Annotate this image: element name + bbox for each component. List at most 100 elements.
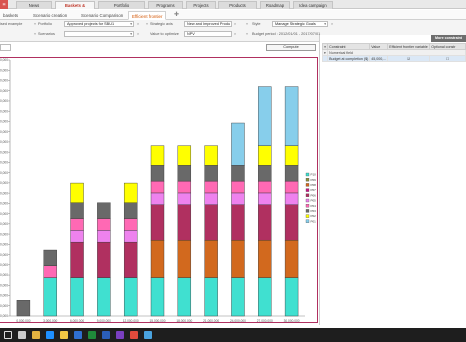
bar-segment	[150, 192, 165, 205]
chrome-icon[interactable]	[130, 331, 138, 339]
clear-portfolio-icon[interactable]: ×	[137, 22, 139, 26]
subtab-scenario-creation[interactable]: Scenario creation	[30, 11, 70, 20]
bar-segment	[231, 122, 245, 166]
x-tick-label: 18,000,000	[176, 319, 192, 323]
legend-label: P09	[311, 178, 317, 182]
explorer-icon[interactable]	[60, 331, 68, 339]
y-tick-label: 0,000	[0, 161, 8, 165]
legend-label: P10	[311, 173, 317, 177]
top-tab-news[interactable]: News	[16, 1, 52, 9]
bar-segment	[16, 300, 31, 317]
outlook-icon[interactable]	[74, 331, 82, 339]
y-tick-label: 0,000	[0, 273, 8, 277]
value-to-optimize-label: Value to optimize	[150, 32, 179, 36]
folder-icon[interactable]	[32, 331, 40, 339]
top-tab-products[interactable]: Products	[218, 1, 257, 9]
media-icon[interactable]	[116, 331, 124, 339]
value-to-optimize-select[interactable]: NPV	[184, 31, 232, 37]
clear-scenarios-icon[interactable]: ×	[137, 32, 139, 36]
ie-icon[interactable]	[46, 331, 54, 339]
top-tab-programs[interactable]: Programs	[148, 1, 183, 9]
expand-icon[interactable]: »	[34, 32, 36, 36]
bar-segment	[258, 204, 272, 241]
expand-icon[interactable]: »	[146, 22, 148, 26]
bar-segment	[204, 192, 218, 205]
portfolio-select[interactable]: Approved projects for SBU1 ▾	[64, 21, 134, 27]
subtab-baskets[interactable]: baskets	[0, 11, 21, 20]
top-tab-idea-campaign[interactable]: Idea campaign	[293, 1, 333, 9]
app-menu-button[interactable]: ▤	[0, 0, 8, 9]
windows-start-icon[interactable]	[4, 331, 12, 339]
portfolio-label: Portfolio	[38, 22, 52, 26]
optional-checkbox[interactable]: ☐	[429, 55, 466, 62]
efficient-frontier-chart: 0,000 0,000 0,000 0,000 0,000 0,000 0,000 0,000…	[0, 57, 318, 323]
left-input[interactable]	[0, 44, 11, 51]
x-tick-label: 0,000,000	[16, 319, 30, 323]
top-tab-roadmap[interactable]: Roadmap	[260, 1, 290, 9]
y-tick-label: 0,000	[0, 79, 8, 83]
more-constraints-button[interactable]: More constraint	[431, 35, 466, 42]
bar-segment	[177, 165, 192, 182]
bar-segment	[70, 182, 84, 203]
bar-segment	[231, 180, 245, 194]
bar-segment	[123, 230, 138, 243]
constraints-panel	[319, 35, 466, 325]
bar-segment	[231, 204, 245, 241]
portfolio-select-value: Approved projects for SBU1	[67, 22, 115, 26]
app-icon[interactable]	[144, 331, 152, 339]
y-tick-label: 0,000	[0, 109, 8, 113]
bar-segment	[258, 86, 272, 146]
bar-segment	[177, 277, 192, 317]
y-tick-label: 0,000	[0, 232, 8, 236]
excel-icon[interactable]	[88, 331, 96, 339]
legend-swatch	[305, 172, 310, 177]
bar-segment	[231, 192, 245, 205]
bar-segment	[284, 145, 299, 166]
bar-segment	[258, 145, 272, 166]
sub-tab-bar: baskets Scenario creation Scenario Compa…	[0, 10, 466, 20]
y-tick-label: 0,000	[0, 314, 8, 318]
subtab-efficient-frontier[interactable]: Efficient frontier	[128, 11, 167, 20]
top-tab-portfolio[interactable]: Portfolio	[98, 1, 145, 9]
efficient-checkbox[interactable]: ☑	[387, 55, 431, 62]
compute-button[interactable]: Compute	[266, 44, 316, 51]
bar-segment	[204, 204, 218, 241]
add-tab-icon[interactable]: ✚	[174, 11, 179, 19]
x-tick-label: 6,000,000	[70, 319, 84, 323]
value-cell[interactable]: 45,000,...	[369, 55, 389, 62]
bar-segment	[70, 277, 84, 317]
bar-segment	[284, 165, 299, 182]
subtab-scenario-comparison[interactable]: Scenario Comparison	[78, 11, 126, 20]
word-icon[interactable]	[102, 331, 110, 339]
search-icon[interactable]	[18, 331, 26, 339]
clear-strategic-axis-icon[interactable]: ×	[234, 22, 236, 26]
clear-style-icon[interactable]: ×	[331, 22, 333, 26]
y-tick-label: 0,000	[0, 222, 8, 226]
y-tick-label: 0,000	[0, 212, 8, 216]
scenarios-select[interactable]: ▾	[64, 31, 134, 37]
strategic-axis-select[interactable]: New and Improved Produ	[184, 21, 232, 27]
legend-label: P01	[311, 219, 317, 223]
bar-segment	[43, 277, 57, 317]
top-navigation-bar: ▤ NewsBaskets & investmentsPortfolioProg…	[0, 0, 466, 15]
bar-segment	[284, 192, 299, 205]
bar-segment	[177, 145, 192, 166]
top-tab-baskets-investments[interactable]: Baskets & investments	[55, 1, 95, 15]
style-select[interactable]: Manage Strategic Goals ▾	[272, 21, 328, 27]
clear-value-icon[interactable]: ×	[234, 32, 236, 36]
bar-segment	[231, 277, 245, 317]
expand-icon[interactable]: »	[246, 32, 248, 36]
bar-segment	[177, 204, 192, 241]
expand-icon[interactable]: »	[34, 22, 36, 26]
expand-icon[interactable]: »	[246, 22, 248, 26]
y-tick-label: 0,000	[0, 243, 8, 247]
bar-segment	[284, 86, 299, 146]
chevron-down-icon: ▾	[130, 22, 132, 26]
bar-segment	[177, 192, 192, 205]
legend-label: P07	[311, 188, 317, 192]
budget-period-label: Budget period : 2012/01/01 - 2017/07/01	[252, 32, 321, 36]
table-row[interactable]: Budget at completion ($) 45,000,... ☑ ☐	[321, 55, 466, 62]
bar-segment	[123, 202, 138, 219]
x-tick-label: 12,000,000	[123, 319, 139, 323]
top-tab-projects[interactable]: Projects	[186, 1, 216, 9]
